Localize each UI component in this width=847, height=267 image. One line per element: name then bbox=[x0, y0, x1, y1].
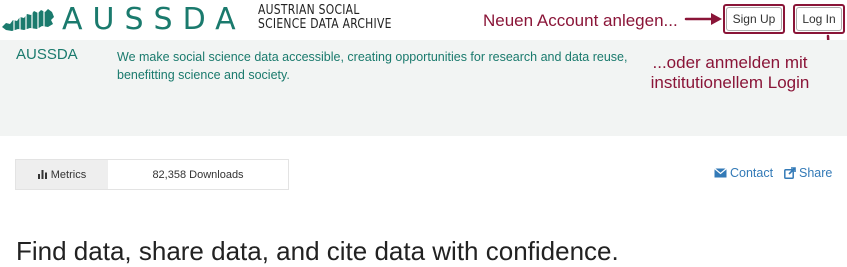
envelope-icon bbox=[714, 168, 727, 178]
arrowhead-signup-icon bbox=[711, 13, 722, 25]
login-annotation-line2: institutionellem Login bbox=[650, 73, 810, 92]
login-annotation: ...oder anmelden mit institutionellem Lo… bbox=[640, 53, 820, 93]
metrics-tab[interactable]: Metrics bbox=[16, 160, 108, 189]
contact-label: Contact bbox=[730, 166, 774, 180]
contact-link[interactable]: Contact bbox=[714, 166, 773, 180]
share-icon bbox=[784, 167, 796, 179]
share-link[interactable]: Share bbox=[784, 166, 832, 180]
bar-chart-icon bbox=[37, 170, 47, 179]
metrics-tab-label: Metrics bbox=[50, 168, 87, 181]
page-headline: Find data, share data, and cite data wit… bbox=[16, 236, 619, 266]
dataverse-description: We make social science data accessible, … bbox=[117, 50, 628, 82]
share-label: Share bbox=[799, 166, 833, 180]
login-annotation-line1: ...oder anmelden mit bbox=[652, 53, 808, 72]
dataverse-title[interactable]: AUSSDA bbox=[16, 46, 78, 63]
metrics-panel: Metrics 82,358 Downloads bbox=[15, 159, 289, 190]
downloads-count: 82,358 Downloads bbox=[152, 168, 244, 181]
